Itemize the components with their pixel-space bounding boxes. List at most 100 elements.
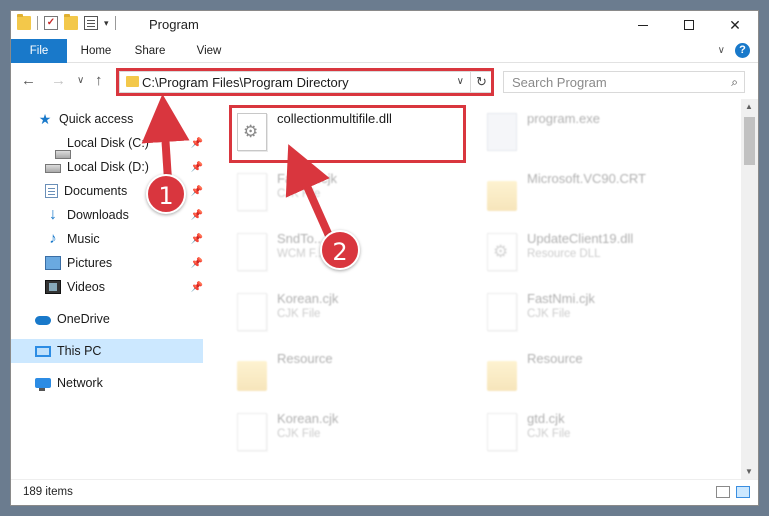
window-title: Program — [149, 17, 199, 32]
minimize-button[interactable] — [620, 11, 666, 39]
maximize-icon — [684, 20, 694, 30]
file-type: WCM F... — [277, 248, 325, 260]
pin-icon[interactable]: 📌 — [191, 258, 203, 269]
properties-check-icon[interactable]: ✓ — [44, 16, 58, 30]
sidebar-item-local-disk-c[interactable]: Local Disk (C:) 📌 — [11, 131, 203, 159]
large-icons-view-icon[interactable] — [736, 486, 750, 498]
sidebar-item-onedrive[interactable]: OneDrive — [11, 307, 203, 331]
documents-icon — [45, 184, 58, 198]
file-icon — [237, 293, 267, 331]
file-item[interactable]: Fa...on.cjk CJK File — [229, 167, 469, 223]
folder-icon — [237, 361, 267, 391]
file-item[interactable]: Korean.cjk CJK File — [229, 407, 469, 463]
file-icon — [237, 413, 267, 451]
close-button[interactable]: ✕ — [712, 11, 758, 39]
customize-toolbar-chevron-icon[interactable]: ▾ — [104, 18, 109, 29]
dll-gear-icon — [487, 233, 517, 271]
pin-icon[interactable]: 📌 — [191, 162, 203, 173]
file-item[interactable]: UpdateClient19.dll Resource DLL — [479, 227, 719, 283]
scrollbar-thumb[interactable] — [744, 117, 755, 165]
search-icon: ⌕ — [731, 75, 738, 89]
network-icon — [35, 378, 51, 391]
quick-access-toolbar: ✓ ▾ — [17, 14, 116, 30]
tab-share[interactable]: Share — [127, 39, 173, 63]
file-name: gtd.cjk — [527, 411, 565, 426]
file-item[interactable]: Korean.cjk CJK File — [229, 287, 469, 343]
sidebar-item-label: Network — [57, 376, 103, 390]
sidebar-item-label: Videos — [67, 280, 105, 294]
file-name: program.exe — [527, 111, 600, 126]
file-item[interactable]: program.exe — [479, 107, 719, 163]
file-list: collectionmultifile.dll program.exe Fa..… — [207, 99, 739, 479]
expand-ribbon-chevron-icon[interactable]: ∨ — [718, 45, 725, 56]
divider — [114, 16, 116, 30]
tab-view[interactable]: View — [187, 39, 231, 63]
file-icon — [487, 293, 517, 331]
file-item[interactable]: FastNmi.cjk CJK File — [479, 287, 719, 343]
pin-icon[interactable]: 📌 — [191, 186, 203, 197]
folder-icon — [17, 14, 31, 30]
help-icon[interactable]: ? — [735, 43, 750, 58]
new-folder-icon[interactable] — [64, 14, 78, 30]
file-name: UpdateClient19.dll — [527, 231, 634, 246]
properties-icon[interactable] — [84, 16, 98, 30]
folder-icon — [487, 361, 517, 391]
cloud-icon — [35, 316, 51, 325]
tab-file[interactable]: File — [11, 39, 67, 63]
pin-icon[interactable]: 📌 — [191, 234, 203, 245]
folder-item[interactable]: Microsoft.VC90.CRT — [479, 167, 719, 223]
window-controls: ✕ — [620, 11, 758, 39]
recent-locations-chevron-icon[interactable]: ∨ — [77, 75, 84, 86]
vertical-scrollbar[interactable]: ▲ ▼ — [741, 99, 758, 479]
file-name: Fa...on.cjk — [277, 171, 337, 186]
search-placeholder: Search Program — [512, 75, 607, 90]
sidebar-item-videos[interactable]: Videos 📌 — [11, 275, 203, 299]
computer-icon — [35, 345, 51, 357]
folder-item[interactable]: Resource — [479, 347, 719, 403]
navigation-pane: ★ Quick access Local Disk (C:) 📌 Local D… — [11, 99, 207, 479]
up-arrow-icon[interactable]: ↑ — [95, 72, 103, 89]
scroll-down-arrow-icon[interactable]: ▼ — [745, 467, 753, 476]
ribbon-right-controls: ∨ ? — [718, 43, 750, 58]
pin-icon[interactable]: 📌 — [191, 282, 203, 293]
file-name: Korean.cjk — [277, 291, 339, 306]
tab-home[interactable]: Home — [73, 39, 119, 63]
sidebar-item-label: Pictures — [67, 256, 113, 270]
sidebar-item-label: OneDrive — [57, 312, 110, 326]
search-input[interactable]: Search Program ⌕ — [503, 71, 745, 93]
minimize-icon — [638, 24, 648, 26]
annotation-badge-2: 2 — [320, 230, 360, 270]
folder-icon — [487, 181, 517, 211]
file-item[interactable]: gtd.cjk CJK File — [479, 407, 719, 463]
file-icon — [237, 173, 267, 211]
file-type: Resource DLL — [527, 248, 601, 260]
sidebar-item-label: Local Disk (C:) — [67, 136, 149, 150]
file-type: CJK File — [527, 308, 571, 320]
view-switcher — [716, 486, 750, 498]
scroll-up-arrow-icon[interactable]: ▲ — [745, 102, 753, 111]
pin-icon[interactable]: 📌 — [191, 210, 203, 221]
maximize-button[interactable] — [666, 11, 712, 39]
sidebar-item-this-pc[interactable]: This PC — [11, 339, 203, 363]
forward-arrow-icon[interactable]: → — [51, 72, 66, 89]
drive-icon — [45, 163, 61, 173]
music-icon: ♪ — [49, 230, 57, 247]
sidebar-item-music[interactable]: ♪ Music 📌 — [11, 227, 203, 251]
divider — [37, 16, 38, 30]
title-bar: ✓ ▾ Program ✕ — [11, 11, 758, 39]
sidebar-item-network[interactable]: Network — [11, 371, 203, 395]
navigation-bar: ← → ∨ ↑ C:\Program Files\Program Directo… — [11, 63, 758, 99]
details-view-icon[interactable] — [716, 486, 730, 498]
sidebar-item-pictures[interactable]: Pictures 📌 — [11, 251, 203, 275]
sidebar-item-label: This PC — [57, 344, 102, 358]
explorer-window: ✓ ▾ Program ✕ File Home Share View ∨ ? ←… — [10, 10, 759, 506]
back-arrow-icon[interactable]: ← — [21, 72, 36, 89]
file-name: Resource — [277, 351, 333, 366]
sidebar-item-label: Music — [67, 232, 100, 246]
close-icon: ✕ — [729, 16, 741, 33]
sidebar-item-quick-access[interactable]: ★ Quick access — [11, 107, 203, 131]
pin-icon[interactable]: 📌 — [191, 138, 203, 149]
exe-icon — [487, 113, 517, 151]
folder-item[interactable]: Resource — [229, 347, 469, 403]
file-name: Microsoft.VC90.CRT — [527, 171, 646, 186]
